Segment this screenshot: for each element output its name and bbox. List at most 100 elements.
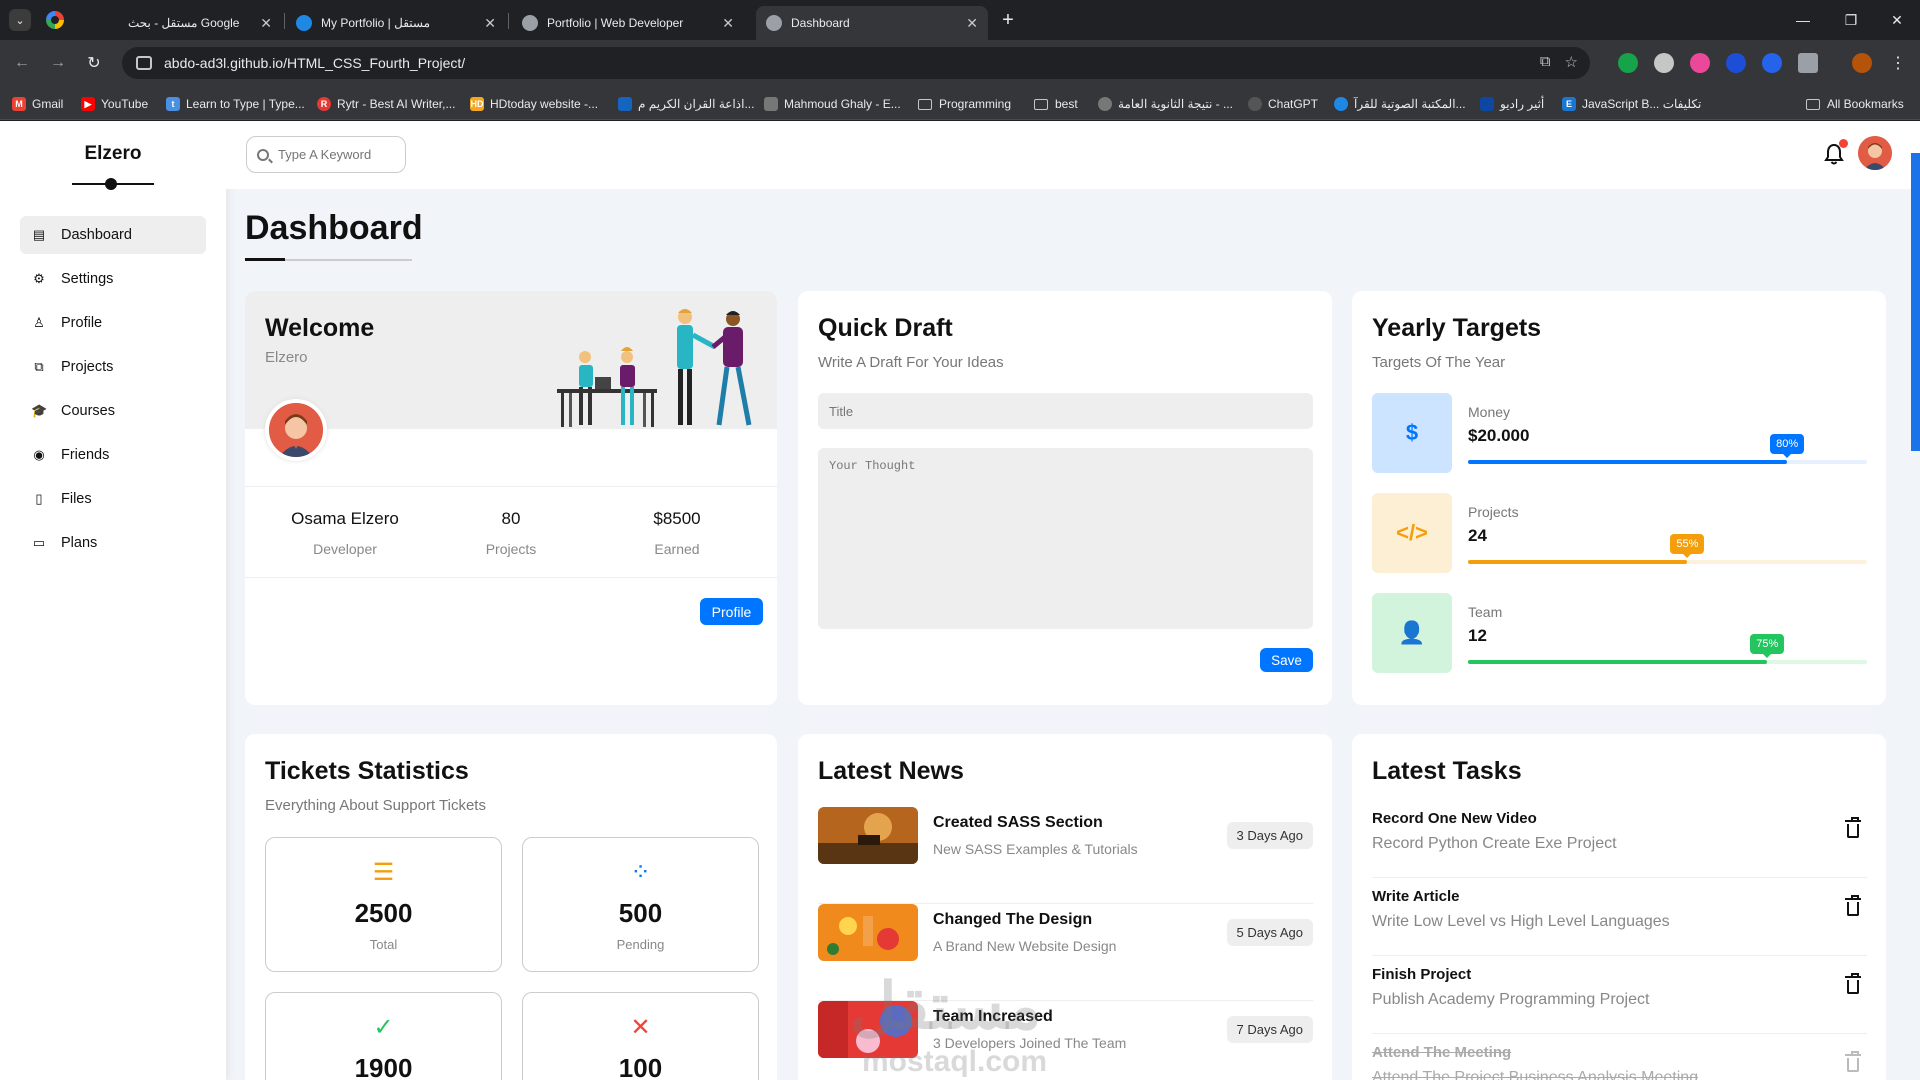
scrollbar-thumb[interactable] — [1911, 153, 1920, 451]
stat-value: Osama Elzero — [291, 509, 399, 528]
sidebar-item-profile[interactable]: ♙ Profile — [20, 304, 206, 342]
ticket-value: 500 — [618, 898, 663, 928]
typing-icon: t — [166, 97, 180, 111]
back-button[interactable]: ← — [10, 51, 34, 75]
extension-icon[interactable] — [1690, 53, 1710, 73]
browser-tab-bar: ⌄ مستقل - بحث Google ✕ My Portfolio | مس… — [0, 0, 1920, 40]
bookmark-rytr[interactable]: R Rytr - Best AI Writer,... — [317, 95, 455, 113]
welcome-stat-earned: $8500 Earned — [597, 509, 757, 557]
bookmark-star-icon[interactable]: ☆ — [1565, 53, 1578, 71]
news-item-date: 3 Days Ago — [1226, 822, 1313, 849]
target-value: 12 — [1468, 626, 1487, 645]
close-icon[interactable]: ✕ — [966, 15, 978, 32]
bookmark-learn-to-type[interactable]: t Learn to Type | Type... — [166, 95, 305, 113]
bookmark-folder-programming[interactable]: Programming — [918, 95, 1011, 113]
search-input[interactable] — [278, 147, 398, 162]
sidebar-item-label: Plans — [61, 535, 98, 551]
trash-icon[interactable] — [1845, 973, 1861, 994]
bookmark-audio-library[interactable]: المكتبة الصوتية للقرآ... — [1334, 95, 1466, 113]
puzzle-icon[interactable] — [1798, 53, 1818, 73]
draft-title-input[interactable]: Title — [818, 393, 1313, 429]
trash-icon[interactable] — [1845, 1051, 1861, 1072]
all-bookmarks[interactable]: All Bookmarks — [1806, 95, 1904, 113]
list-item[interactable]: Created SASS Section New SASS Examples &… — [818, 807, 1313, 904]
news-item-desc: New SASS Examples & Tutorials — [933, 841, 1138, 857]
trash-icon[interactable] — [1845, 895, 1861, 916]
quick-draft-card: Quick Draft Write A Draft For Your Ideas… — [798, 291, 1332, 705]
close-icon[interactable]: ✕ — [722, 15, 734, 32]
tab-search-button[interactable]: ⌄ — [9, 9, 31, 31]
sidebar-item-settings[interactable]: ⚙ Settings — [20, 260, 206, 298]
bookmark-youtube[interactable]: ▶ YouTube — [81, 95, 148, 113]
tab-google-search[interactable]: مستقل - بحث Google ✕ — [118, 6, 282, 40]
bookmark-mahmoud-ghaly[interactable]: Mahmoud Ghaly - E... — [764, 95, 901, 113]
tickets-card: Tickets Statistics Everything About Supp… — [245, 734, 777, 1080]
task-row-done: Attend The Meeting Attend The Project Bu… — [1372, 1034, 1867, 1080]
new-tab-button[interactable]: + — [996, 8, 1020, 32]
tasks-title: Latest Tasks — [1372, 757, 1522, 785]
bookmark-folder-best[interactable]: best — [1034, 95, 1078, 113]
close-window-button[interactable]: ✕ — [1882, 8, 1912, 32]
sidebar-item-label: Courses — [61, 403, 115, 419]
sidebar-item-plans[interactable]: ▭ Plans — [20, 524, 206, 562]
tab-portfolio-web-developer[interactable]: Portfolio | Web Developer ✕ — [512, 6, 744, 40]
extension-icon[interactable] — [1762, 53, 1782, 73]
bookmark-quran-radio[interactable]: اذاعة القران الكريم م... — [618, 95, 754, 113]
bookmark-javascript[interactable]: E JavaScript B... تكليفات — [1562, 95, 1701, 113]
folder-icon — [918, 98, 932, 110]
sidebar-item-files[interactable]: ▯ Files — [20, 480, 206, 518]
sidebar-item-label: Dashboard — [61, 227, 132, 243]
bookmark-exam-results[interactable]: نتيجة الثانوية العامة - ... — [1098, 95, 1233, 113]
news-thumbnail — [818, 807, 918, 864]
bookmark-label: HDtoday website -... — [490, 97, 599, 111]
news-thumbnail — [818, 904, 918, 961]
site-info-icon[interactable] — [136, 56, 152, 70]
sidebar-item-courses[interactable]: 🎓 Courses — [20, 392, 206, 430]
avatar[interactable] — [265, 399, 327, 461]
task-title: Finish Project — [1372, 966, 1472, 983]
e-icon: E — [1562, 97, 1576, 111]
target-value: 24 — [1468, 526, 1487, 545]
watermark-logo: مستقل — [850, 970, 1042, 1042]
tab-my-portfolio[interactable]: My Portfolio | مستقل ✕ — [286, 6, 506, 40]
sidebar-item-projects[interactable]: ⧉ Projects — [20, 348, 206, 386]
code-icon: </> — [1372, 493, 1452, 573]
trash-icon[interactable] — [1845, 817, 1861, 838]
url-text[interactable]: abdo-ad3l.github.io/HTML_CSS_Fourth_Proj… — [164, 55, 465, 71]
forward-button[interactable]: → — [46, 51, 70, 75]
sidebar-item-friends[interactable]: ◉ Friends — [20, 436, 206, 474]
profile-button[interactable]: Profile — [700, 598, 763, 625]
bookmark-gmail[interactable]: M Gmail — [12, 95, 63, 113]
shield-icon[interactable] — [1726, 53, 1746, 73]
globe-icon — [766, 15, 782, 31]
user-circle-icon: ◉ — [33, 447, 45, 462]
draft-thought-textarea[interactable]: Your Thought — [818, 448, 1313, 629]
eyedropper-icon[interactable] — [1654, 53, 1674, 73]
avatar[interactable] — [1858, 136, 1892, 170]
tab-dashboard[interactable]: Dashboard ✕ — [756, 6, 988, 40]
brand-logo[interactable]: Elzero — [0, 143, 226, 165]
x-square-icon: ✕ — [630, 1014, 651, 1041]
save-button[interactable]: Save — [1260, 648, 1313, 672]
close-icon[interactable]: ✕ — [260, 15, 272, 32]
bookmark-hdtoday[interactable]: HD HDtoday website -... — [470, 95, 598, 113]
minimize-button[interactable]: — — [1788, 8, 1818, 32]
input-placeholder: Title — [829, 403, 854, 419]
target-label: Team — [1468, 604, 1503, 620]
search-box[interactable] — [246, 136, 406, 173]
address-bar[interactable]: abdo-ad3l.github.io/HTML_CSS_Fourth_Proj… — [122, 47, 1590, 79]
reload-button[interactable]: ↻ — [82, 51, 106, 75]
bookmark-atheer-radio[interactable]: أثير راديو — [1480, 95, 1544, 113]
ticket-stat-total: ☰ 2500 Total — [265, 837, 502, 972]
more-menu-icon[interactable]: ⋮ — [1888, 53, 1908, 73]
file-icon: ▯ — [35, 491, 43, 506]
close-icon[interactable]: ✕ — [484, 15, 496, 32]
profile-avatar[interactable] — [1852, 53, 1872, 73]
sidebar-item-dashboard[interactable]: ▤ Dashboard — [20, 216, 206, 254]
translate-icon[interactable]: ⧉ — [1540, 53, 1551, 71]
restore-button[interactable]: ❐ — [1836, 8, 1866, 32]
ticket-value: 100 — [618, 1053, 663, 1080]
bookmark-chatgpt[interactable]: ChatGPT — [1248, 95, 1318, 113]
youtube-icon: ▶ — [81, 97, 95, 111]
extension-icon[interactable] — [1618, 53, 1638, 73]
